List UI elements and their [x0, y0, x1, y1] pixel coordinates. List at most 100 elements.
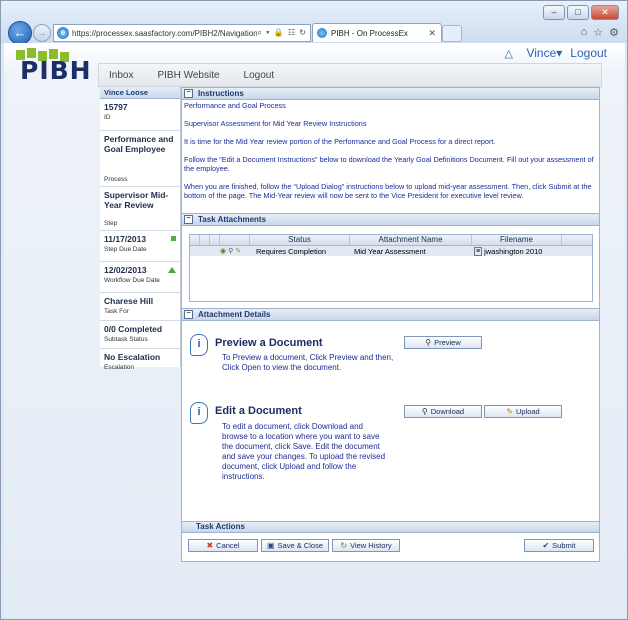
preview-label: Preview [434, 338, 461, 347]
download-label: Download [430, 407, 465, 416]
pibh-logo: PIBH [12, 48, 91, 85]
browser-toolbar-icons: ⌂ ☆ ⚙ [581, 26, 619, 39]
row-actions: ◉ ⚲ ✎ [220, 247, 250, 255]
address-url[interactable]: https://processex.saasfactory.com/PIBH2/… [72, 29, 257, 38]
window-controls: – □ ✕ [543, 5, 619, 20]
favorites-star-icon[interactable]: ☆ [593, 26, 603, 39]
instruction-line: Follow the “Edit a Document Instructions… [184, 155, 594, 173]
task-actions-title: Task Actions [182, 521, 599, 533]
pencil-icon: ✎ [506, 407, 513, 416]
save-icon: ▣ [266, 541, 275, 550]
info-label: ID [104, 114, 111, 121]
instruction-line: Supervisor Assessment for Mid Year Revie… [184, 119, 367, 128]
info-label: Escalation [104, 364, 134, 371]
home-icon[interactable]: ⌂ [581, 26, 588, 39]
chevron-down-icon[interactable]: ▾ [556, 46, 562, 60]
info-process: Performance and Goal Employee Process [100, 131, 180, 187]
info-value: Charese Hill [104, 296, 154, 306]
user-dropdown[interactable]: Vince▾ [526, 46, 562, 60]
browser-tab[interactable]: PIBH - On ProcessEx ✕ [312, 23, 442, 42]
info-label: Subtask Status [104, 336, 148, 343]
new-tab-button[interactable] [442, 25, 462, 42]
main-nav: Inbox PIBH Website Logout [98, 63, 602, 87]
address-bar[interactable]: e https://processex.saasfactory.com/PIBH… [53, 24, 311, 42]
save-close-button[interactable]: ▣ Save & Close [261, 539, 329, 552]
site-icon: e [57, 27, 69, 39]
info-value: Supervisor Mid-Year Review [104, 190, 169, 210]
view-icon[interactable]: ◉ [220, 247, 226, 255]
preview-text: To Preview a document, Click Preview and… [222, 353, 394, 372]
table-row[interactable]: ◉ ⚲ ✎ Requires Completion Mid Year Asses… [190, 246, 592, 256]
save-close-label: Save & Close [277, 541, 323, 550]
user-name[interactable]: Vince [526, 46, 556, 60]
col-filename[interactable]: Filename [472, 235, 562, 245]
attachment-details-header[interactable]: − Attachment Details [181, 308, 600, 321]
edit-title: Edit a Document [215, 405, 302, 417]
cancel-button[interactable]: ✖ Cancel [188, 539, 258, 552]
attachments-grid: Status Attachment Name Filename ◉ ⚲ ✎ Re… [189, 234, 593, 302]
info-value: 0/0 Completed [104, 324, 163, 334]
nav-logout[interactable]: Logout [244, 70, 275, 81]
upload-label: Upload [515, 407, 540, 416]
info-icon: i [190, 402, 208, 424]
info-value: No Escalation [104, 352, 161, 362]
checkmark-icon: ✔ [542, 541, 550, 550]
instruction-line: Performance and Goal Process [184, 101, 286, 110]
maximize-button[interactable]: □ [567, 5, 589, 20]
submit-label: Submit [552, 541, 576, 550]
history-icon: ↻ [340, 541, 348, 550]
magnifier-icon: ⚲ [421, 407, 428, 416]
col-status[interactable]: Status [250, 235, 350, 245]
collapse-icon[interactable]: − [184, 310, 193, 319]
info-label: Task For [104, 308, 129, 315]
cell-attachment-name: Mid Year Assessment [354, 246, 426, 256]
grid-header: Status Attachment Name Filename [190, 235, 592, 246]
info-label: Process [104, 176, 128, 183]
tab-close-icon[interactable]: ✕ [428, 28, 441, 39]
magnifier-icon: ⚲ [425, 338, 432, 347]
address-tools[interactable]: ⌕ ▾ 🔒 ☷ ↻ [257, 28, 310, 38]
instructions-header[interactable]: − Instructions [181, 87, 600, 100]
instruction-line: It is time for the Mid Year review porti… [184, 137, 496, 146]
user-icon: △ [504, 48, 513, 60]
view-history-label: View History [350, 541, 392, 550]
info-value: 15797 [104, 102, 128, 112]
filename-text[interactable]: jwashington 2010 [484, 247, 542, 256]
logout-link[interactable]: Logout [570, 46, 607, 60]
task-info-panel: Vince Loose 15797 ID Performance and Goa… [100, 87, 181, 371]
info-step-due-date: 11/17/2013 Step Due Date [100, 231, 180, 262]
col-attachment-name[interactable]: Attachment Name [350, 235, 472, 245]
info-step: Supervisor Mid-Year Review Step [100, 187, 180, 231]
browser-chrome: – □ ✕ ← → e https://processex.saasfactor… [1, 1, 627, 45]
upload-button[interactable]: ✎ Upload [484, 405, 562, 418]
instructions-body: Performance and Goal Process Supervisor … [181, 100, 600, 213]
forward-button[interactable]: → [33, 24, 51, 42]
task-main: − Instructions Performance and Goal Proc… [181, 87, 600, 562]
view-history-button[interactable]: ↻ View History [332, 539, 400, 552]
collapse-icon[interactable]: − [184, 89, 193, 98]
row-action-icons: ◉ ⚲ ✎ [220, 247, 250, 255]
back-button[interactable]: ← [8, 21, 32, 45]
instruction-line: When you are finished, follow the “Uploa… [184, 182, 592, 200]
minimize-button[interactable]: – [543, 5, 565, 20]
grid-header-spacer [562, 235, 592, 245]
search-icon[interactable]: ⚲ [228, 247, 233, 255]
close-window-button[interactable]: ✕ [591, 5, 619, 20]
task-owner-header: Vince Loose [100, 87, 180, 99]
section-title: Task Attachments [198, 215, 267, 224]
collapse-icon[interactable]: − [184, 215, 193, 224]
edit-pencil-icon[interactable]: ✎ [235, 247, 241, 255]
submit-button[interactable]: ✔ Submit [524, 539, 594, 552]
grid-header-spacer [210, 235, 220, 245]
nav-inbox[interactable]: Inbox [109, 70, 133, 81]
gear-icon[interactable]: ⚙ [609, 26, 619, 39]
nav-pibh-website[interactable]: PIBH Website [157, 70, 219, 81]
cancel-label: Cancel [216, 541, 240, 550]
file-icon: ≡ [474, 246, 483, 256]
preview-button[interactable]: ⚲ Preview [404, 336, 482, 349]
download-button[interactable]: ⚲ Download [404, 405, 482, 418]
attachments-header[interactable]: − Task Attachments [181, 213, 600, 226]
cell-filename[interactable]: ≡ jwashington 2010 [472, 246, 572, 256]
cell-status: Requires Completion [256, 246, 327, 256]
info-workflow-due-date: 12/02/2013 Workflow Due Date [100, 262, 180, 293]
